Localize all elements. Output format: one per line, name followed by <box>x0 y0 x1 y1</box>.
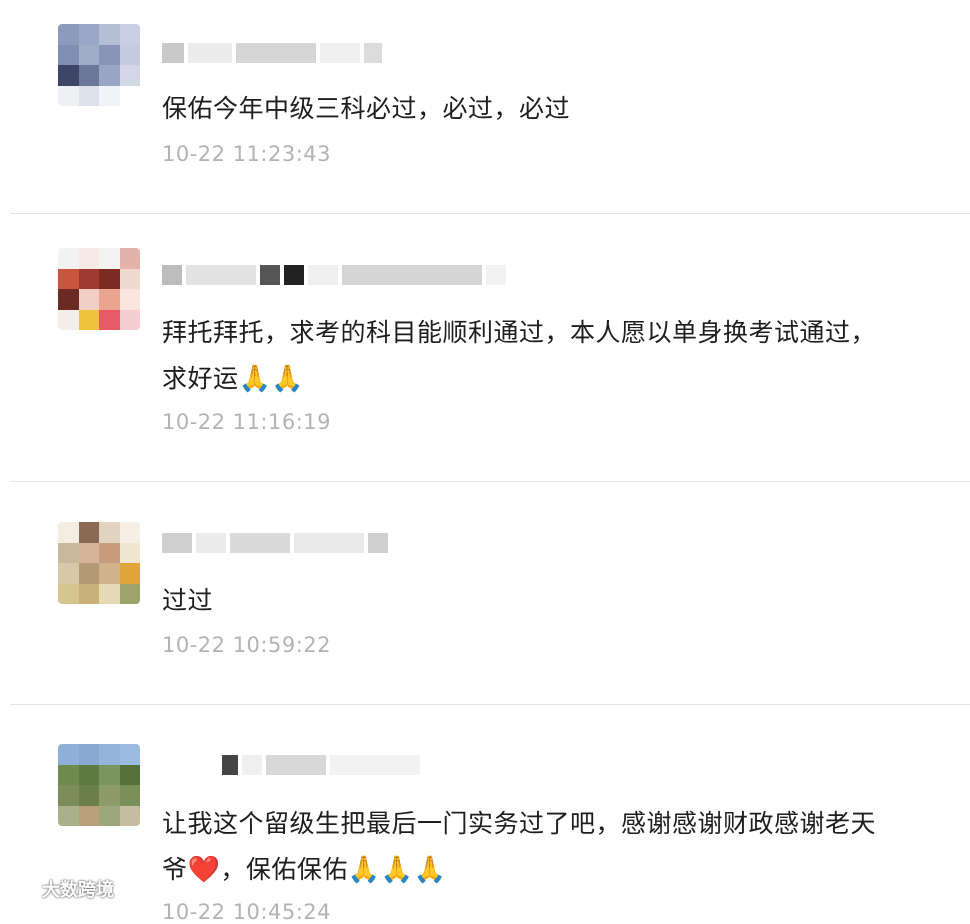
avatar[interactable] <box>58 744 140 826</box>
comment-time: 10-22 11:16:19 <box>162 410 332 434</box>
avatar[interactable] <box>58 522 140 604</box>
username-blurred[interactable] <box>162 752 420 778</box>
username-blurred[interactable] <box>162 262 506 288</box>
praying-hands-icon: 🙏🙏 <box>238 364 305 394</box>
divider <box>10 213 970 214</box>
avatar[interactable] <box>58 24 140 106</box>
divider <box>10 481 970 482</box>
comment-time: 10-22 10:45:24 <box>162 900 332 924</box>
comment-text: 过过 <box>162 586 214 615</box>
watermark-logo-icon <box>7 882 37 896</box>
username-blurred[interactable] <box>162 530 388 556</box>
comment-time: 10-22 11:23:43 <box>162 142 332 166</box>
heart-icon: ❤️ <box>187 855 221 885</box>
username-blurred[interactable] <box>162 40 382 66</box>
watermark-label: 大数跨境 <box>42 880 114 901</box>
watermark: 大数跨境 <box>6 876 114 902</box>
comment-text: 让我这个留级生把最后一门实务过了吧，感谢感谢财政感谢老天爷❤️，保佑保佑🙏🙏🙏 <box>162 809 877 885</box>
avatar[interactable] <box>58 248 140 330</box>
divider <box>10 704 970 705</box>
comment-text: 保佑今年中级三科必过，必过，必过 <box>162 94 571 123</box>
comment-time: 10-22 10:59:22 <box>162 633 332 657</box>
comment-text: 拜托拜托，求考的科目能顺利通过，本人愿以单身换考试通过，求好运🙏🙏 <box>162 318 877 394</box>
praying-hands-icon: 🙏🙏🙏 <box>347 855 447 885</box>
